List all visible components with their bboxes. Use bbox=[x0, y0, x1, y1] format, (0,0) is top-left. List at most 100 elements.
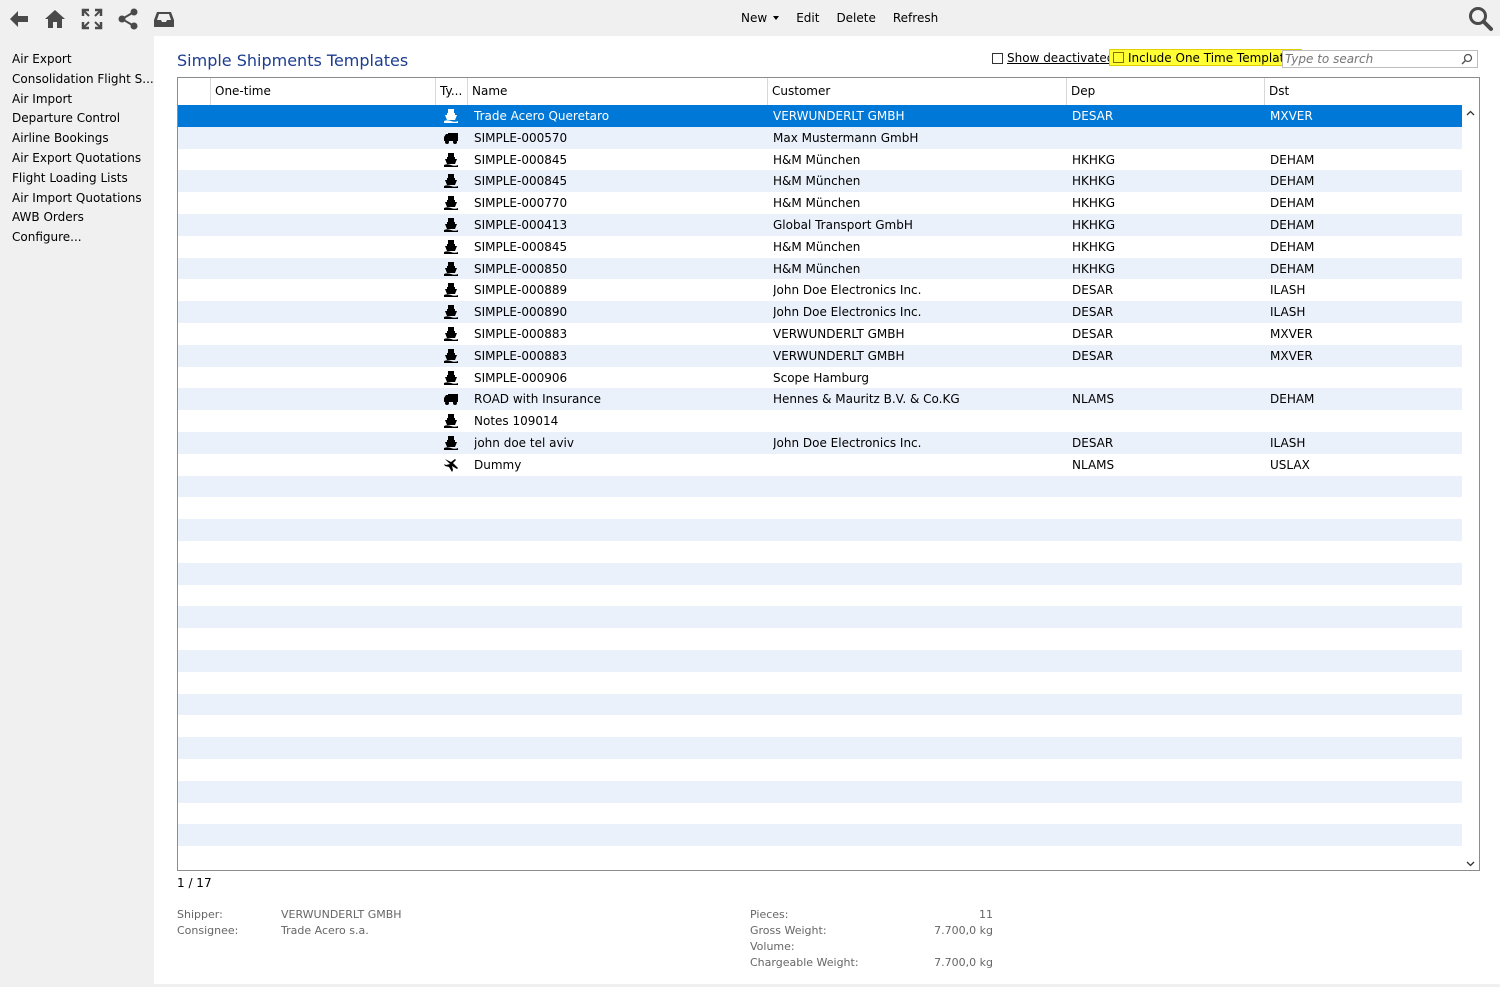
row-name: SIMPLE-000845 bbox=[474, 239, 568, 254]
chargeable-weight-label: Chargeable Weight: bbox=[750, 956, 859, 969]
fullscreen-icon[interactable] bbox=[79, 6, 105, 32]
sidebar-item-airline-bookings[interactable]: Airline Bookings bbox=[12, 131, 109, 145]
row-dst: ILASH bbox=[1270, 283, 1306, 298]
sidebar-item-air-import-quotations[interactable]: Air Import Quotations bbox=[12, 191, 142, 205]
table-row[interactable] bbox=[178, 475, 1462, 498]
row-customer: H&M München bbox=[773, 152, 861, 167]
table-row[interactable]: SIMPLE-000845 H&M München HKHKG DEHAM bbox=[178, 235, 1462, 258]
new-button[interactable]: New bbox=[741, 11, 780, 25]
header-one-time[interactable]: One-time bbox=[210, 78, 435, 105]
sidebar-item-air-export[interactable]: Air Export bbox=[12, 52, 72, 66]
search-icon[interactable] bbox=[1461, 53, 1473, 68]
table-row[interactable]: Trade Acero Queretaro VERWUNDERLT GMBH DES… bbox=[178, 105, 1462, 127]
sidebar-item-air-export-quotations[interactable]: Air Export Quotations bbox=[12, 151, 141, 165]
table-row[interactable] bbox=[178, 824, 1462, 847]
refresh-button[interactable]: Refresh bbox=[893, 11, 938, 25]
sidebar-item-awb-orders[interactable]: AWB Orders bbox=[12, 210, 84, 224]
table-row[interactable] bbox=[178, 671, 1462, 694]
table-row[interactable]: SIMPLE-000570 Max Mustermann GmbH bbox=[178, 126, 1462, 149]
table-row[interactable]: john doe tel aviv John Doe Electronics In… bbox=[178, 432, 1462, 454]
table-row[interactable] bbox=[178, 497, 1462, 520]
plane-icon bbox=[443, 457, 459, 473]
header-dst[interactable]: Dst bbox=[1264, 78, 1462, 105]
home-icon[interactable] bbox=[42, 6, 68, 32]
row-customer: Hennes & Mauritz B.V. & Co.KG bbox=[773, 392, 960, 407]
inbox-icon[interactable] bbox=[151, 6, 177, 32]
header-row-selector[interactable] bbox=[178, 78, 210, 105]
row-name: Dummy bbox=[474, 457, 522, 472]
row-dep: HKHKG bbox=[1072, 239, 1116, 254]
header-dep[interactable]: Dep bbox=[1066, 78, 1264, 105]
ship-icon bbox=[443, 348, 459, 364]
chargeable-weight-value: 7.700,0 kg bbox=[934, 956, 993, 969]
search-field[interactable] bbox=[1282, 50, 1478, 68]
row-customer: H&M München bbox=[773, 196, 861, 211]
table-row[interactable] bbox=[178, 759, 1462, 781]
include-one-time-checkbox[interactable]: Include One Time Templates bbox=[1109, 49, 1302, 66]
table-row[interactable] bbox=[178, 693, 1462, 716]
table-row[interactable] bbox=[178, 584, 1462, 607]
table-row[interactable]: SIMPLE-000889 John Doe Electronics Inc. DE… bbox=[178, 279, 1462, 302]
scroll-down-icon[interactable] bbox=[1466, 859, 1475, 868]
ship-icon bbox=[443, 304, 459, 320]
table-row[interactable]: ROAD with Insurance Hennes & Mauritz B.V.… bbox=[178, 388, 1462, 411]
row-name: SIMPLE-000883 bbox=[474, 348, 568, 363]
table-row[interactable] bbox=[178, 715, 1462, 738]
sidebar-item-air-import[interactable]: Air Import bbox=[12, 92, 72, 106]
search-input[interactable] bbox=[1285, 52, 1453, 66]
table-row[interactable] bbox=[178, 780, 1462, 803]
table-row[interactable]: SIMPLE-000906 Scope Hamburg bbox=[178, 366, 1462, 389]
row-dep: DESAR bbox=[1072, 348, 1114, 363]
row-dep: DESAR bbox=[1072, 327, 1114, 341]
sidebar-item-flight-loading-lists[interactable]: Flight Loading Lists bbox=[12, 171, 128, 185]
table-row[interactable] bbox=[178, 541, 1462, 563]
shipper-label: Shipper: bbox=[177, 908, 223, 921]
back-arrow-icon[interactable] bbox=[6, 6, 32, 32]
table-row[interactable] bbox=[178, 846, 1462, 869]
ship-icon bbox=[443, 413, 459, 429]
truck-icon bbox=[443, 130, 459, 146]
edit-button[interactable]: Edit bbox=[796, 11, 819, 25]
table-row[interactable]: SIMPLE-000770 H&M München HKHKG DEHAM bbox=[178, 192, 1462, 215]
table-row[interactable] bbox=[178, 562, 1462, 585]
table-row[interactable] bbox=[178, 628, 1462, 651]
scroll-up-icon[interactable] bbox=[1466, 109, 1475, 118]
table-row[interactable] bbox=[178, 519, 1462, 542]
checkbox-box[interactable] bbox=[1113, 52, 1124, 63]
pieces-value: 11 bbox=[979, 908, 993, 921]
table-row[interactable]: SIMPLE-000890 John Doe Electronics Inc. DE… bbox=[178, 301, 1462, 324]
row-dst: MXVER bbox=[1270, 348, 1313, 363]
table-row[interactable] bbox=[178, 650, 1462, 672]
delete-button[interactable]: Delete bbox=[836, 11, 875, 25]
header-type[interactable]: Ty... bbox=[435, 78, 467, 105]
share-icon[interactable] bbox=[115, 6, 141, 32]
sidebar-item-consolidation-flight[interactable]: Consolidation Flight S... bbox=[12, 72, 154, 86]
sidebar-item-departure-control[interactable]: Departure Control bbox=[12, 111, 120, 125]
table-row[interactable] bbox=[178, 606, 1462, 629]
ship-icon bbox=[443, 152, 459, 168]
table-row[interactable]: SIMPLE-000845 H&M München HKHKG DEHAM bbox=[178, 148, 1462, 171]
table-row[interactable] bbox=[178, 737, 1462, 760]
table-row[interactable]: SIMPLE-000883 VERWUNDERLT GMBH DESAR MXVER bbox=[178, 323, 1462, 345]
header-customer[interactable]: Customer bbox=[767, 78, 1067, 105]
table-row[interactable]: Dummy NLAMS USLAX bbox=[178, 453, 1462, 476]
row-dst: DEHAM bbox=[1270, 239, 1315, 254]
row-name: SIMPLE-000883 bbox=[474, 327, 568, 341]
search-icon[interactable] bbox=[1468, 6, 1494, 32]
header-name[interactable]: Name bbox=[467, 78, 767, 105]
vertical-scrollbar[interactable] bbox=[1462, 105, 1479, 870]
row-dep: DESAR bbox=[1072, 109, 1114, 123]
checkbox-box[interactable] bbox=[992, 52, 1003, 64]
table-row[interactable] bbox=[178, 802, 1462, 825]
show-deactivated-checkbox[interactable]: Show deactivated bbox=[992, 51, 1114, 65]
row-dst: DEHAM bbox=[1270, 218, 1315, 232]
table-row[interactable]: SIMPLE-000845 H&M München HKHKG DEHAM bbox=[178, 170, 1462, 193]
table-row[interactable]: SIMPLE-000413 Global Transport GmbH HKHKG D… bbox=[178, 214, 1462, 236]
table-row[interactable]: SIMPLE-000850 H&M München HKHKG DEHAM bbox=[178, 257, 1462, 280]
row-name: SIMPLE-000845 bbox=[474, 174, 568, 189]
sidebar-item-configure[interactable]: Configure... bbox=[12, 230, 82, 244]
table-row[interactable]: Notes 109014 bbox=[178, 410, 1462, 433]
ship-icon bbox=[443, 217, 459, 233]
table-row[interactable]: SIMPLE-000883 VERWUNDERLT GMBH DESAR MXVER bbox=[178, 344, 1462, 367]
ship-icon bbox=[443, 195, 459, 211]
